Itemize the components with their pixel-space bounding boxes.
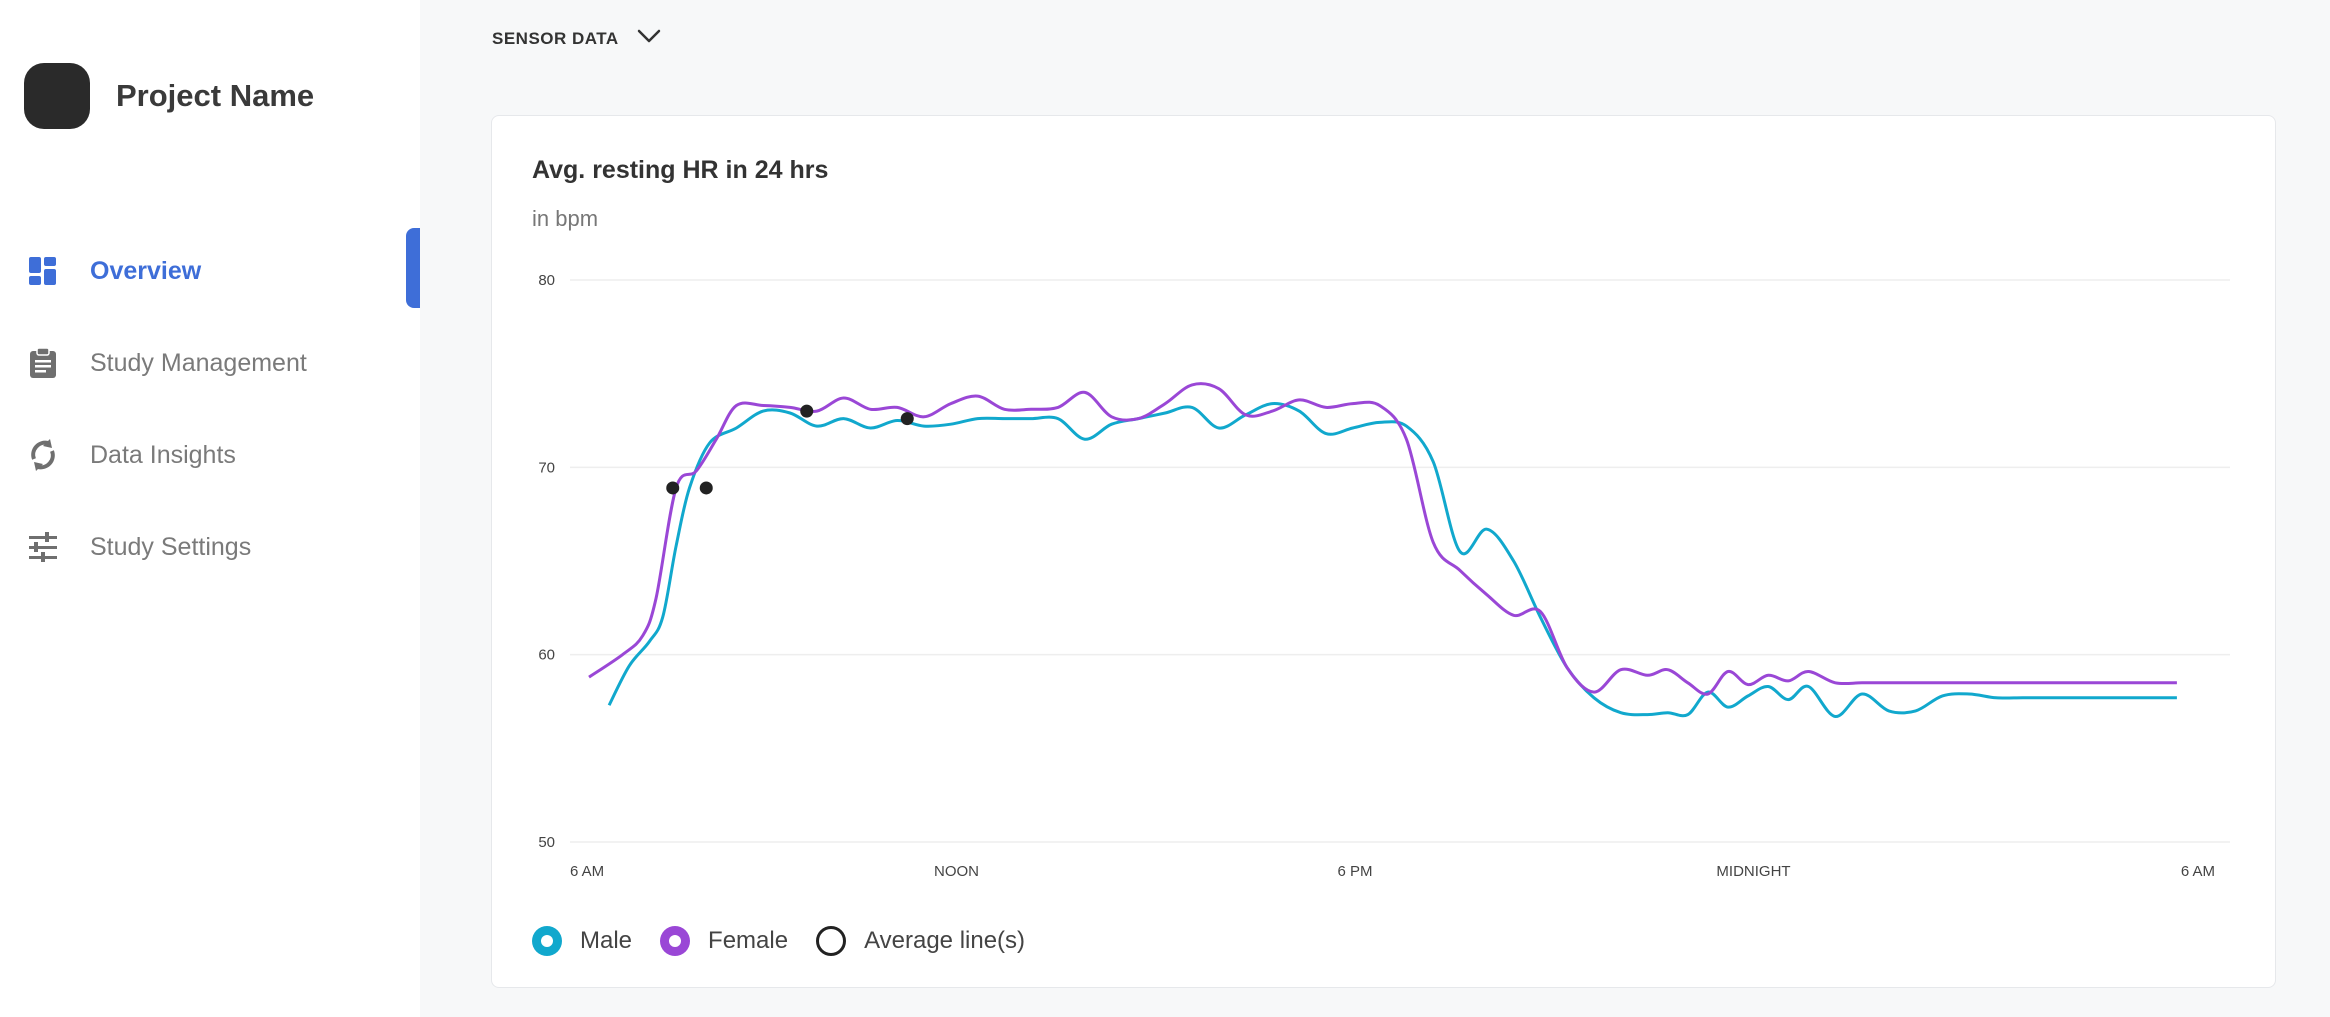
sensor-data-dropdown[interactable]: SENSOR DATA (492, 28, 661, 49)
average-points-layer (666, 404, 914, 495)
average-point (900, 412, 914, 426)
sidebar: Project Name Overview Study Management D… (0, 0, 420, 1017)
grid-layer (570, 279, 2230, 843)
chart-card: Avg. resting HR in 24 hrs in bpm 80 70 60 5… (491, 115, 2276, 988)
active-indicator (406, 228, 420, 308)
y-tick-label: 60 (538, 647, 555, 664)
x-tick-label: MIDNIGHT (1716, 863, 1790, 880)
y-tick-label: 80 (538, 272, 555, 289)
clipboard-icon (26, 346, 60, 380)
legend-item-male[interactable]: Male (532, 926, 632, 956)
legend-radio-male[interactable] (532, 926, 562, 956)
sidebar-item-label: Overview (90, 256, 202, 285)
average-point (666, 481, 680, 495)
x-axis-ticks: 6 AM NOON 6 PM MIDNIGHT 6 AM (570, 863, 2215, 880)
sidebar-item-study-management[interactable]: Study Management (0, 317, 420, 409)
sidebar-item-label: Study Settings (90, 532, 252, 561)
sidebar-item-overview[interactable]: Overview (0, 225, 420, 317)
sidebar-item-label: Study Management (90, 348, 307, 377)
legend-label: Average line(s) (864, 927, 1026, 954)
dashboard-icon (26, 254, 60, 288)
sidebar-item-label: Data Insights (90, 440, 236, 469)
average-point (699, 481, 713, 495)
x-tick-label: 6 AM (2181, 863, 2215, 880)
sidebar-item-data-insights[interactable]: Data Insights (0, 409, 420, 501)
chevron-down-icon (637, 28, 661, 49)
section-title: SENSOR DATA (492, 28, 619, 48)
legend-item-female[interactable]: Female (660, 926, 788, 956)
brand[interactable]: Project Name (24, 63, 314, 129)
x-tick-label: NOON (934, 863, 979, 880)
insights-icon (26, 438, 60, 472)
line-chart: 80 70 60 50 6 AM NOON 6 PM MIDNIGHT 6 AM (538, 272, 2230, 880)
chart-legend: Male Female Average line(s) (532, 926, 1053, 956)
project-name: Project Name (116, 78, 315, 113)
legend-label: Male (580, 927, 633, 954)
series-line-female (588, 382, 2177, 696)
legend-radio-average[interactable] (816, 926, 847, 956)
y-tick-label: 70 (538, 459, 555, 476)
project-logo (24, 63, 90, 129)
legend-item-average[interactable]: Average line(s) (816, 926, 1025, 956)
sidebar-item-study-settings[interactable]: Study Settings (0, 501, 420, 593)
average-point (800, 404, 814, 418)
series-layer (588, 382, 2177, 718)
sliders-icon (26, 530, 60, 564)
y-tick-label: 50 (538, 834, 555, 851)
series-line-male (607, 402, 2177, 718)
y-axis-ticks: 80 70 60 50 (538, 272, 555, 851)
x-tick-label: 6 AM (570, 863, 604, 880)
sidebar-nav: Overview Study Management Data Insights … (0, 225, 420, 593)
x-tick-label: 6 PM (1337, 863, 1372, 880)
legend-label: Female (708, 927, 789, 954)
legend-radio-female[interactable] (660, 926, 691, 956)
